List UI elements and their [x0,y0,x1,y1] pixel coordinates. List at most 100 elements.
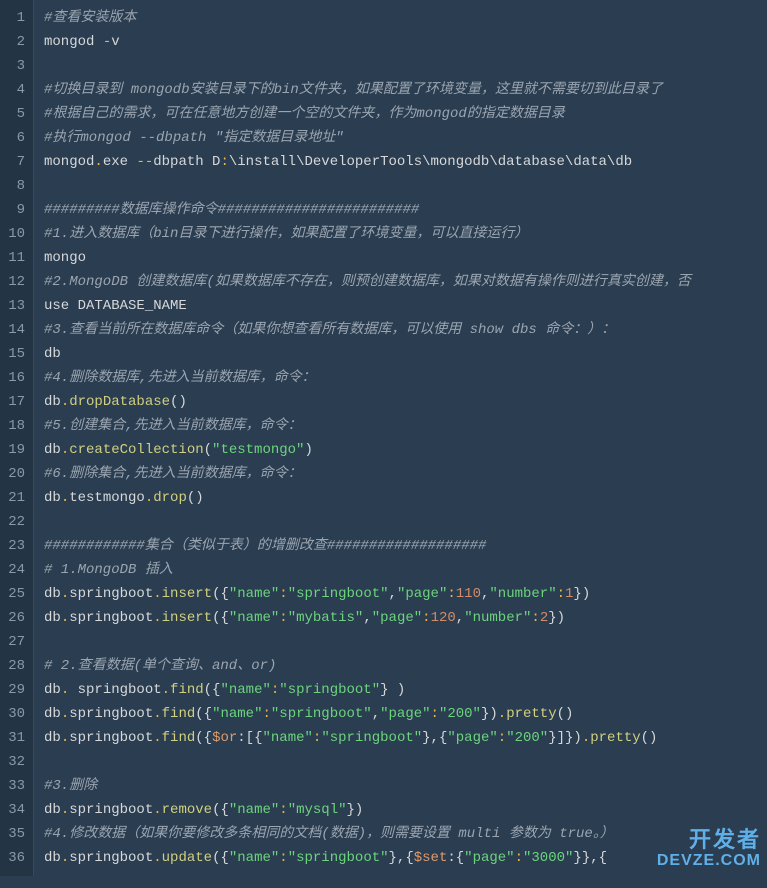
code-line[interactable]: # 1.MongoDB 插入 [44,558,767,582]
code-line[interactable]: #1.进入数据库（bin目录下进行操作，如果配置了环境变量，可以直接运行） [44,222,767,246]
token-o: . [153,586,161,602]
token-o: . [61,802,69,818]
code-line[interactable]: #4.删除数据库,先进入当前数据库，命令： [44,366,767,390]
token-m: pretty [590,730,640,746]
line-number: 23 [6,534,25,558]
token-m: dropDatabase [69,394,170,410]
token-o: : [422,610,430,626]
code-line[interactable]: #切换目录到 mongodb安装目录下的bin文件夹，如果配置了环境变量，这里就… [44,78,767,102]
token-c: #根据自己的需求，可在任意地方创建一个空的文件夹，作为mongod的指定数据目录 [44,106,565,122]
code-line[interactable]: db.springboot.insert({"name":"mybatis","… [44,606,767,630]
token-dl: $or [212,730,237,746]
token-p: mongod [44,34,103,50]
line-number: 2 [6,30,25,54]
token-o: . [61,490,69,506]
token-p: use DATABASE_NAME [44,298,187,314]
token-p: mongo [44,250,86,266]
code-line[interactable] [44,174,767,198]
code-line[interactable]: #查看安装版本 [44,6,767,30]
code-line[interactable]: db [44,342,767,366]
code-line[interactable]: use DATABASE_NAME [44,294,767,318]
code-line[interactable] [44,510,767,534]
code-line[interactable]: #执行mongod --dbpath "指定数据目录地址" [44,126,767,150]
token-p: springboot [69,730,153,746]
token-c: #########数据库操作命令######################## [44,202,419,218]
line-number: 21 [6,486,25,510]
code-line[interactable]: db.springboot.update({"name":"springboot… [44,846,767,870]
code-line[interactable]: #2.MongoDB 创建数据库(如果数据库不存在，则预创建数据库，如果对数据有… [44,270,767,294]
code-line[interactable]: ############集合（类似于表）的增删改查###############… [44,534,767,558]
token-p: db [44,610,61,626]
token-m: find [170,682,204,698]
code-line[interactable]: #5.创建集合,先进入当前数据库，命令： [44,414,767,438]
line-number: 25 [6,582,25,606]
code-editor[interactable]: 1234567891011121314151617181920212223242… [0,0,767,876]
code-line[interactable]: mongod -v [44,30,767,54]
token-c: # 1.MongoDB 插入 [44,562,173,578]
code-line[interactable]: mongod.exe --dbpath D:\install\Developer… [44,150,767,174]
code-line[interactable]: db.createCollection("testmongo") [44,438,767,462]
token-s: "page" [397,586,447,602]
code-line[interactable]: db. springboot.find({"name":"springboot"… [44,678,767,702]
code-line[interactable]: #4.修改数据（如果你要修改多条相同的文档(数据)，则需要设置 multi 参数… [44,822,767,846]
token-s: "name" [229,850,279,866]
code-line[interactable]: mongo [44,246,767,270]
code-line[interactable]: db.springboot.remove({"name":"mysql"}) [44,798,767,822]
code-line[interactable]: #根据自己的需求，可在任意地方创建一个空的文件夹，作为mongod的指定数据目录 [44,102,767,126]
line-number: 6 [6,126,25,150]
token-p: () [187,490,204,506]
token-o: . [153,706,161,722]
code-line[interactable]: # 2.查看数据(单个查询、and、or) [44,654,767,678]
token-p: springboot [69,706,153,722]
token-m: find [162,730,196,746]
code-line[interactable]: #3.删除 [44,774,767,798]
code-line[interactable] [44,630,767,654]
token-p: springboot [69,802,153,818]
code-line[interactable]: #3.查看当前所在数据库命令（如果你想查看所有数据库，可以使用 show dbs… [44,318,767,342]
token-p: db [44,850,61,866]
token-s: "number" [464,610,531,626]
code-line[interactable]: db.springboot.find({$or:[{"name":"spring… [44,726,767,750]
code-area[interactable]: #查看安装版本mongod -v #切换目录到 mongodb安装目录下的bin… [34,0,767,876]
token-s: "page" [372,610,422,626]
token-p: ({ [212,610,229,626]
token-p: :[{ [237,730,262,746]
line-number: 18 [6,414,25,438]
token-s: "200" [439,706,481,722]
code-line[interactable]: db.springboot.find({"name":"springboot",… [44,702,767,726]
token-dl: $set [414,850,448,866]
token-p: ({ [212,802,229,818]
token-p: }) [573,586,590,602]
line-number: 9 [6,198,25,222]
token-p: ({ [195,730,212,746]
code-line[interactable] [44,750,767,774]
code-line[interactable]: db.springboot.insert({"name":"springboot… [44,582,767,606]
code-line[interactable]: db.testmongo.drop() [44,486,767,510]
token-o: : [262,706,270,722]
token-p: }) [347,802,364,818]
token-p: v [111,34,119,50]
token-c: #4.修改数据（如果你要修改多条相同的文档(数据)，则需要设置 multi 参数… [44,826,614,842]
code-line[interactable]: db.dropDatabase() [44,390,767,414]
token-s: "name" [229,586,279,602]
token-c: #切换目录到 mongodb安装目录下的bin文件夹，如果配置了环境变量，这里就… [44,82,663,98]
token-p: db [44,394,61,410]
token-m: pretty [506,706,556,722]
token-o: : [531,610,539,626]
line-number: 22 [6,510,25,534]
token-s: "name" [263,730,313,746]
code-line[interactable] [44,54,767,78]
token-p: , [456,610,464,626]
token-c: #6.删除集合,先进入当前数据库，命令： [44,466,302,482]
token-p: , [363,610,371,626]
token-m: insert [162,610,212,626]
token-p: db [44,706,61,722]
token-p: }},{ [573,850,607,866]
line-number: 20 [6,462,25,486]
line-number: 26 [6,606,25,630]
token-p: db [44,802,61,818]
code-line[interactable]: #6.删除集合,先进入当前数据库，命令： [44,462,767,486]
token-o: : [498,730,506,746]
code-line[interactable]: #########数据库操作命令######################## [44,198,767,222]
token-s: "mybatis" [288,610,364,626]
